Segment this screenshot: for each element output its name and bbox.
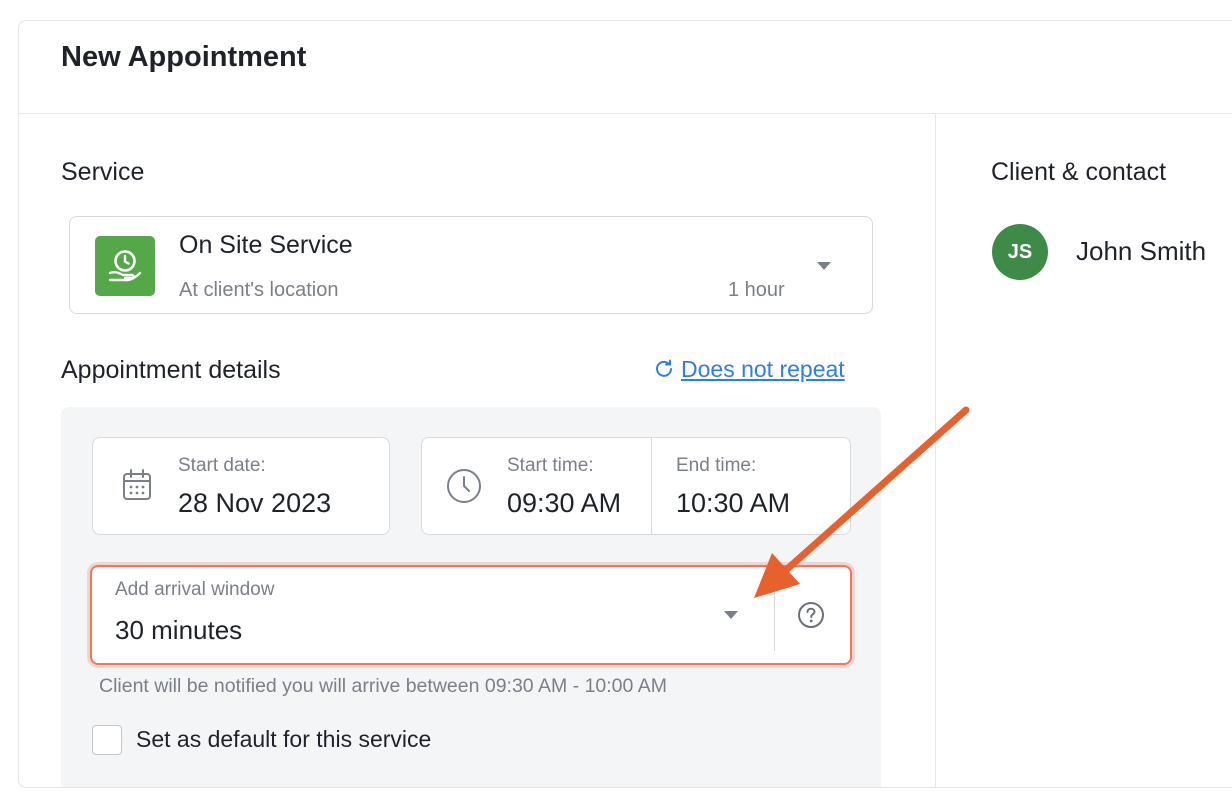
end-time-label: End time: xyxy=(676,455,757,476)
appointment-details-label: Appointment details xyxy=(61,356,281,384)
service-location: At client's location xyxy=(179,279,339,301)
arrival-window-value: 30 minutes xyxy=(115,615,243,645)
hand-clock-icon xyxy=(95,236,155,296)
avatar: JS xyxy=(992,224,1048,280)
appointment-details-panel: Start date: 28 Nov 2023 Start time: 09:3… xyxy=(61,407,881,787)
end-time-value: 10:30 AM xyxy=(676,488,791,518)
appointment-form-pane: Service On Site Service At client's loca… xyxy=(19,114,935,787)
client-section-label: Client & contact xyxy=(991,158,1167,186)
repeat-link[interactable]: Does not repeat xyxy=(653,356,845,383)
clock-icon xyxy=(447,469,481,503)
card-header: New Appointment xyxy=(19,21,1232,114)
chevron-down-icon xyxy=(817,262,831,270)
arrival-window-select[interactable]: Add arrival window 30 minutes xyxy=(92,567,774,663)
repeat-link-text: Does not repeat xyxy=(681,356,845,382)
start-date-label: Start date: xyxy=(178,455,266,476)
help-icon[interactable] xyxy=(797,601,825,629)
repeat-icon xyxy=(656,359,672,377)
arrival-notification-text: Client will be notified you will arrive … xyxy=(99,675,667,697)
chevron-down-icon xyxy=(724,611,738,619)
default-for-service-label: Set as default for this service xyxy=(136,726,432,752)
default-for-service-checkbox[interactable] xyxy=(92,725,122,755)
service-name: On Site Service xyxy=(179,231,353,259)
arrival-window-field: Add arrival window 30 minutes xyxy=(90,565,852,665)
client-name[interactable]: John Smith xyxy=(1076,236,1206,267)
end-time-field[interactable]: End time: 10:30 AM xyxy=(652,438,850,534)
start-time-field[interactable]: Start time: 09:30 AM xyxy=(422,438,651,534)
arrival-divider xyxy=(774,579,775,651)
service-section-label: Service xyxy=(61,158,145,186)
start-time-value: 09:30 AM xyxy=(507,488,622,518)
page-title: New Appointment xyxy=(61,41,307,73)
start-date-field[interactable]: Start date: 28 Nov 2023 xyxy=(92,437,390,535)
new-appointment-card: New Appointment Service On Site Service … xyxy=(18,20,1232,788)
client-pane: Client & contact JS John Smith xyxy=(936,114,1232,787)
service-duration: 1 hour xyxy=(728,279,785,301)
start-date-value: 28 Nov 2023 xyxy=(178,488,332,518)
calendar-icon xyxy=(123,469,151,500)
time-range-field: Start time: 09:30 AM End time: 10:30 AM xyxy=(421,437,851,535)
arrival-window-label: Add arrival window xyxy=(115,579,275,600)
service-selector[interactable]: On Site Service At client's location 1 h… xyxy=(69,216,873,314)
start-time-label: Start time: xyxy=(507,455,594,476)
